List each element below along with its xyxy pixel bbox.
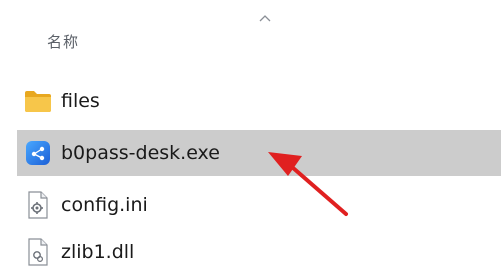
list-item-zlib1-dll[interactable]: zlib1.dll xyxy=(17,229,501,275)
column-header-name[interactable]: 名称 xyxy=(47,31,79,52)
chevron-up-icon[interactable] xyxy=(258,13,272,23)
list-item-files[interactable]: files xyxy=(17,78,501,124)
list-item-config-ini[interactable]: config.ini xyxy=(17,182,501,228)
file-name: config.ini xyxy=(61,194,148,216)
file-name: files xyxy=(61,90,100,112)
list-item-b0pass-desk-exe[interactable]: b0pass-desk.exe xyxy=(17,130,501,176)
application-icon xyxy=(23,138,53,168)
file-name: b0pass-desk.exe xyxy=(61,142,220,164)
settings-file-icon xyxy=(23,190,53,220)
file-name: zlib1.dll xyxy=(61,241,135,263)
dll-file-icon xyxy=(23,237,53,267)
folder-icon xyxy=(23,86,53,116)
